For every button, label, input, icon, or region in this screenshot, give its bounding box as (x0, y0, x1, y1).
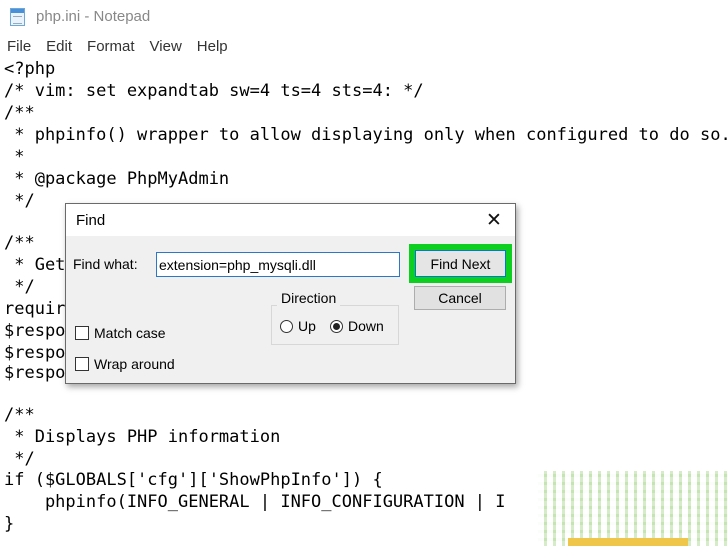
title-bar: php.ini - Notepad (0, 0, 728, 34)
radio-down-label: Down (348, 318, 384, 334)
menu-file[interactable]: File (2, 38, 36, 55)
code-line: /* vim: set expandtab sw=4 ts=4 sts=4: *… (4, 81, 424, 101)
code-line: * (4, 147, 25, 167)
code-line: /** (4, 405, 35, 425)
menu-bar: File Edit Format View Help (0, 34, 728, 58)
code-line: <?php (4, 59, 56, 79)
radio-down[interactable] (330, 320, 343, 333)
radio-up[interactable] (280, 320, 293, 333)
code-line: if ($GLOBALS['cfg']['ShowPhpInfo']) { (4, 470, 383, 490)
window-title: php.ini - Notepad (36, 8, 151, 25)
watermark-bar (568, 538, 688, 546)
match-case-checkbox[interactable] (75, 326, 89, 340)
close-icon[interactable]: ✕ (483, 209, 505, 231)
menu-format[interactable]: Format (82, 38, 140, 55)
wrap-around-checkbox[interactable] (75, 357, 89, 371)
dialog-title: Find (76, 212, 106, 229)
wrap-around-label: Wrap around (94, 356, 175, 372)
menu-help[interactable]: Help (192, 38, 233, 55)
code-line: requir (4, 299, 66, 319)
code-line: /** (4, 233, 35, 253)
radio-up-label: Up (298, 318, 316, 334)
watermark (538, 471, 728, 546)
menu-view[interactable]: View (145, 38, 187, 55)
cancel-button[interactable]: Cancel (414, 286, 506, 310)
code-line: */ (4, 277, 35, 297)
find-next-button[interactable]: Find Next (415, 250, 506, 277)
match-case-label: Match case (94, 325, 166, 341)
find-what-label: Find what: (73, 256, 138, 272)
find-dialog: Find ✕ Find what: extension=php_mysqli.d… (65, 203, 516, 384)
code-line: */ (4, 191, 35, 211)
code-line: phpinfo(INFO_GENERAL | INFO_CONFIGURATIO… (4, 492, 506, 512)
code-line: * Displays PHP information (4, 427, 281, 447)
notepad-icon (10, 8, 25, 26)
code-line: $respo (4, 343, 66, 363)
code-line: $respo (4, 321, 66, 341)
code-line: } (4, 514, 15, 534)
code-line: * phpinfo() wrapper to allow displaying … (4, 125, 728, 145)
code-line: /** (4, 103, 35, 123)
code-line: */ (4, 449, 35, 469)
direction-label: Direction (277, 290, 341, 306)
menu-edit[interactable]: Edit (41, 38, 77, 55)
code-line: * @package PhpMyAdmin (4, 169, 230, 189)
code-line: * Get (4, 255, 66, 275)
dialog-title-bar: Find ✕ (66, 204, 515, 236)
find-what-value: extension=php_mysqli.dll (159, 257, 316, 273)
code-line: $respo (4, 363, 66, 383)
